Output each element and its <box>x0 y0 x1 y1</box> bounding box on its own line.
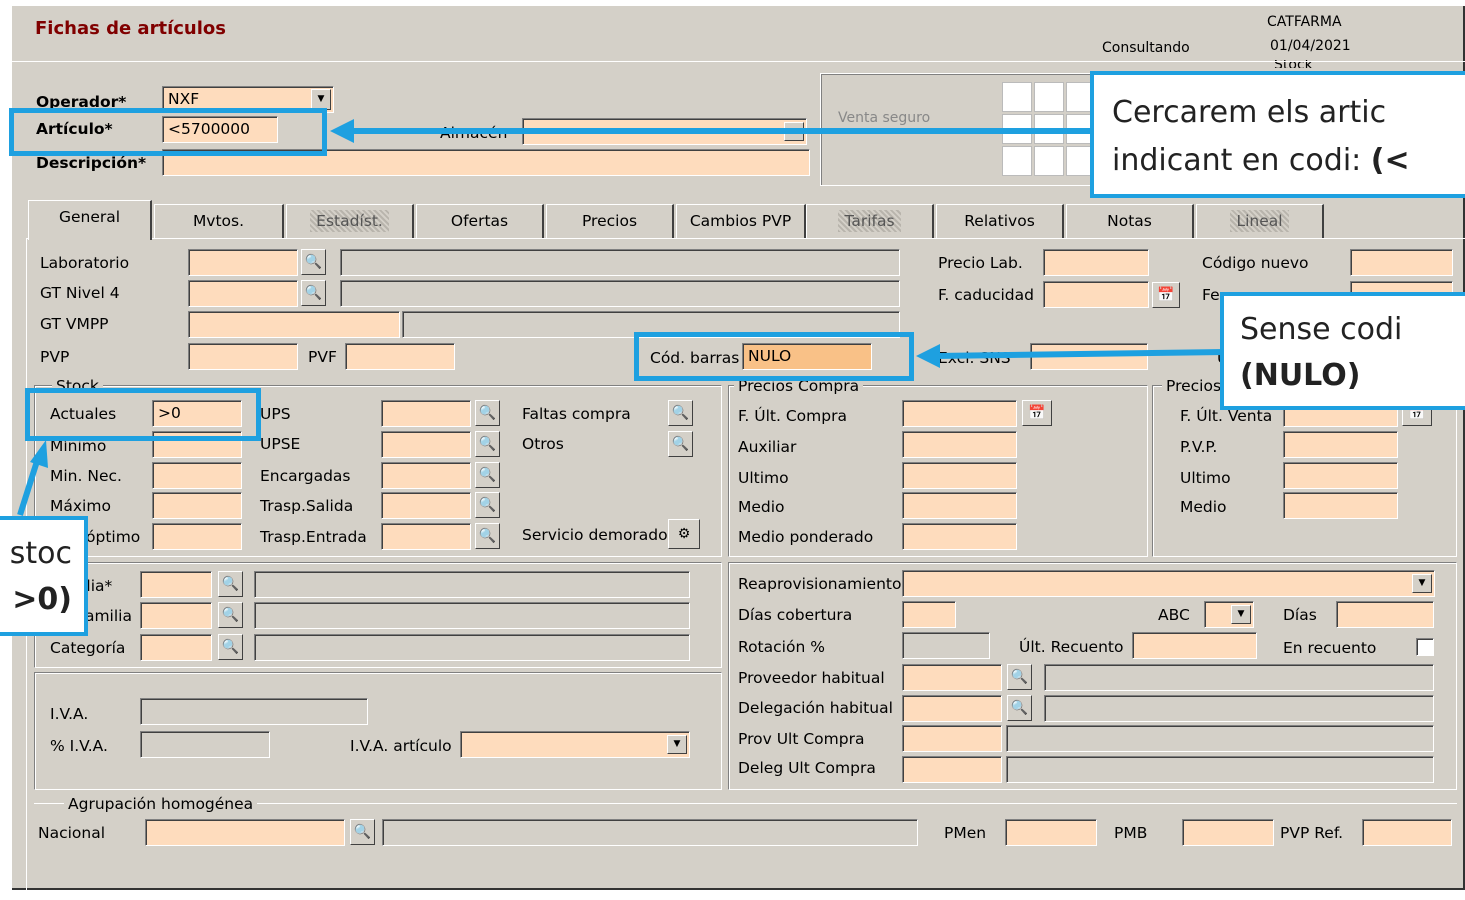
callout-articulo-line2: indicant en codi: (< <box>1112 143 1410 178</box>
callout-cod-barras: Sense codi (NULO) <box>1220 292 1465 410</box>
callout-stock-line1: stoc <box>9 536 72 571</box>
callout-cod-barras-line1: Sense codi <box>1240 312 1403 347</box>
callout-stock-line2: >0) <box>12 582 72 617</box>
callout-cod-barras-line2: (NULO) <box>1240 358 1361 393</box>
callout-articulo-line1: Cercarem els artic <box>1112 95 1387 130</box>
callout-stock: stoc >0) <box>0 516 88 636</box>
callout-articulo: Cercarem els artic indicant en codi: (< <box>1090 71 1465 198</box>
